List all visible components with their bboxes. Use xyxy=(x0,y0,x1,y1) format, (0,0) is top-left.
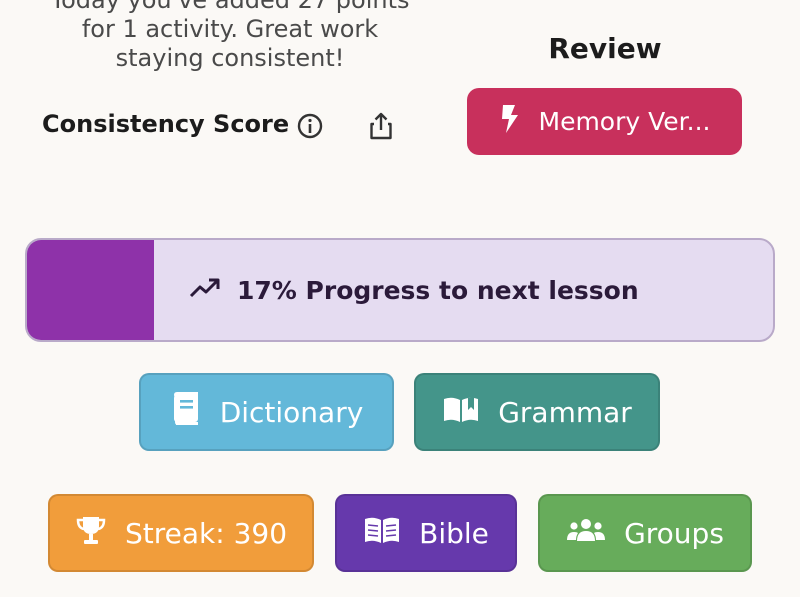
book-icon xyxy=(170,391,202,434)
bible-label: Bible xyxy=(419,516,489,550)
progress-fill xyxy=(27,240,154,340)
trophy-icon xyxy=(75,514,107,553)
review-heading: Review xyxy=(548,32,662,65)
memory-verse-label: Memory Ver... xyxy=(538,107,711,136)
bible-button[interactable]: Bible xyxy=(335,494,517,572)
grammar-button[interactable]: Grammar xyxy=(414,373,660,451)
streak-button[interactable]: Streak: 390 xyxy=(48,494,314,572)
memory-verse-button[interactable]: Memory Ver... xyxy=(467,88,742,155)
groups-label: Groups xyxy=(624,516,724,550)
open-book-icon xyxy=(442,394,480,431)
groups-icon xyxy=(566,517,606,550)
grammar-label: Grammar xyxy=(498,395,632,429)
groups-button[interactable]: Groups xyxy=(538,494,752,572)
streak-label: Streak: 390 xyxy=(124,516,288,550)
dictionary-label: Dictionary xyxy=(219,395,364,429)
dictionary-button[interactable]: Dictionary xyxy=(139,373,394,451)
bible-book-icon xyxy=(363,515,401,552)
lightning-bolt-icon xyxy=(499,103,521,141)
progress-label: 17% Progress to next lesson xyxy=(237,275,639,305)
trending-up-icon xyxy=(189,276,221,305)
share-icon[interactable] xyxy=(363,108,399,144)
consistency-score-label: Consistency Score xyxy=(42,110,290,138)
info-icon[interactable] xyxy=(292,108,328,144)
lesson-progress-bar[interactable]: 17% Progress to next lesson xyxy=(25,238,775,342)
activity-summary-message: Today you've added 27 points for 1 activ… xyxy=(50,0,410,72)
